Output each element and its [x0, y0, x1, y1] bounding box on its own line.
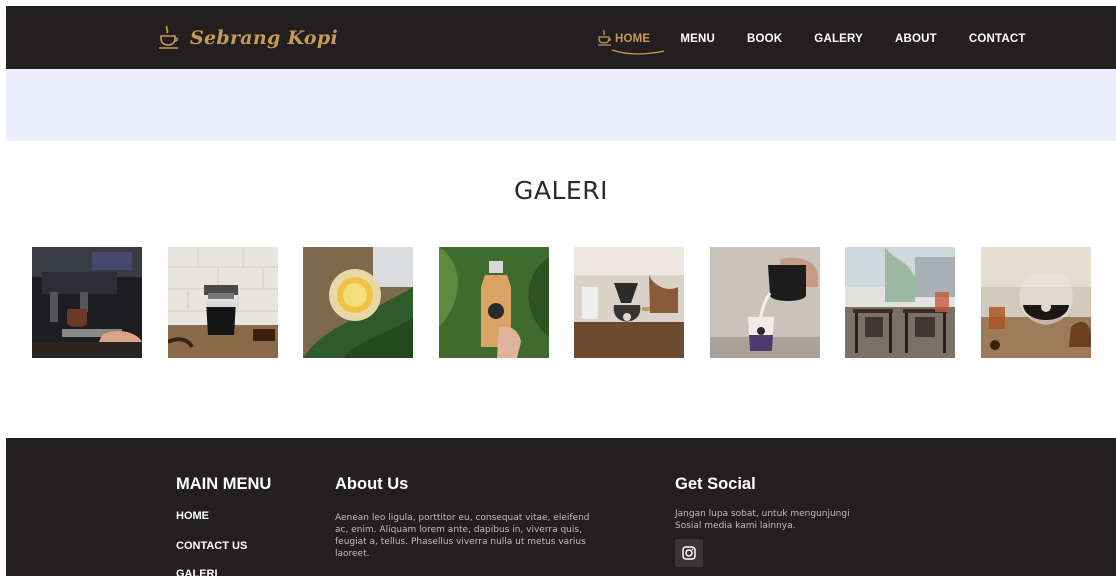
nav-item-about[interactable]: ABOUT — [895, 33, 937, 45]
nav-item-galery[interactable]: GALERY — [814, 33, 863, 45]
footer: MAIN MENU HOME CONTACT US GALERI About U… — [6, 438, 1116, 576]
coffee-server-photo[interactable] — [981, 247, 1091, 358]
espresso-machine-photo[interactable] — [32, 247, 142, 358]
nav-label-contact: CONTACT — [968, 33, 1026, 45]
nav-label-galery: GALERY — [814, 33, 863, 45]
milk-pour-glass-photo[interactable] — [710, 247, 820, 358]
footer-about-line: ac, enim. Aliquam lorem ante, dapibus in… — [335, 525, 582, 535]
nav-label-book: BOOK — [746, 33, 783, 45]
cafe-interior-photo[interactable] — [845, 247, 955, 358]
footer-social-heading: Get Social — [675, 475, 756, 493]
footer-social-line: Sosial media kami lainnya. — [675, 521, 796, 531]
nav-item-contact[interactable]: CONTACT — [969, 33, 1026, 45]
footer-link-contact-us[interactable]: CONTACT US — [176, 540, 247, 552]
iced-lemon-drink-photo[interactable] — [303, 247, 413, 358]
nav-label-home: HOME — [615, 33, 651, 45]
footer-about-line: feugiat a, tellus. Phasellus viverra nul… — [335, 537, 586, 547]
footer-social-text: Jangan lupa sobat, untuk mengunjungi Sos… — [675, 508, 905, 532]
brand-logo[interactable]: Sebrang Kopi — [158, 22, 338, 54]
footer-about-heading: About Us — [335, 475, 409, 493]
gallery-grid — [32, 247, 1092, 358]
active-underline-swoosh — [611, 48, 665, 55]
nav-item-menu[interactable]: MENU — [680, 33, 715, 45]
coffee-cup-icon — [158, 24, 180, 52]
drip-coffee-cup-photo[interactable] — [168, 247, 278, 358]
footer-main-menu-heading: MAIN MENU — [176, 475, 272, 493]
instagram-icon[interactable] — [675, 539, 703, 567]
pour-over-set-photo[interactable] — [574, 247, 684, 358]
bottled-coffee-photo[interactable] — [439, 247, 549, 358]
nav-item-book[interactable]: BOOK — [747, 33, 782, 45]
footer-social-line: Jangan lupa sobat, untuk mengunjungi — [675, 509, 850, 519]
footer-about-line: laoreet. — [335, 549, 370, 559]
footer-about-line: Aenean leo ligula, porttitor eu, consequ… — [335, 513, 590, 523]
gallery-title: GALERI — [514, 176, 608, 205]
nav-label-about: ABOUT — [895, 33, 937, 45]
brand-name: Sebrang Kopi — [190, 27, 339, 49]
page-frame: Sebrang Kopi HOME MENU BOOK GALERY ABOUT… — [6, 6, 1116, 576]
footer-link-galeri[interactable]: GALERI — [176, 568, 218, 576]
footer-about-text: Aenean leo ligula, porttitor eu, consequ… — [335, 512, 625, 560]
nav-item-home[interactable]: HOME — [597, 29, 665, 55]
footer-link-home[interactable]: HOME — [176, 510, 209, 522]
nav-label-menu: MENU — [680, 33, 715, 45]
main-nav: HOME MENU BOOK GALERY ABOUT CONTACT — [597, 24, 1058, 55]
hero-banner — [6, 69, 1116, 141]
navbar: Sebrang Kopi HOME MENU BOOK GALERY ABOUT… — [6, 6, 1116, 69]
